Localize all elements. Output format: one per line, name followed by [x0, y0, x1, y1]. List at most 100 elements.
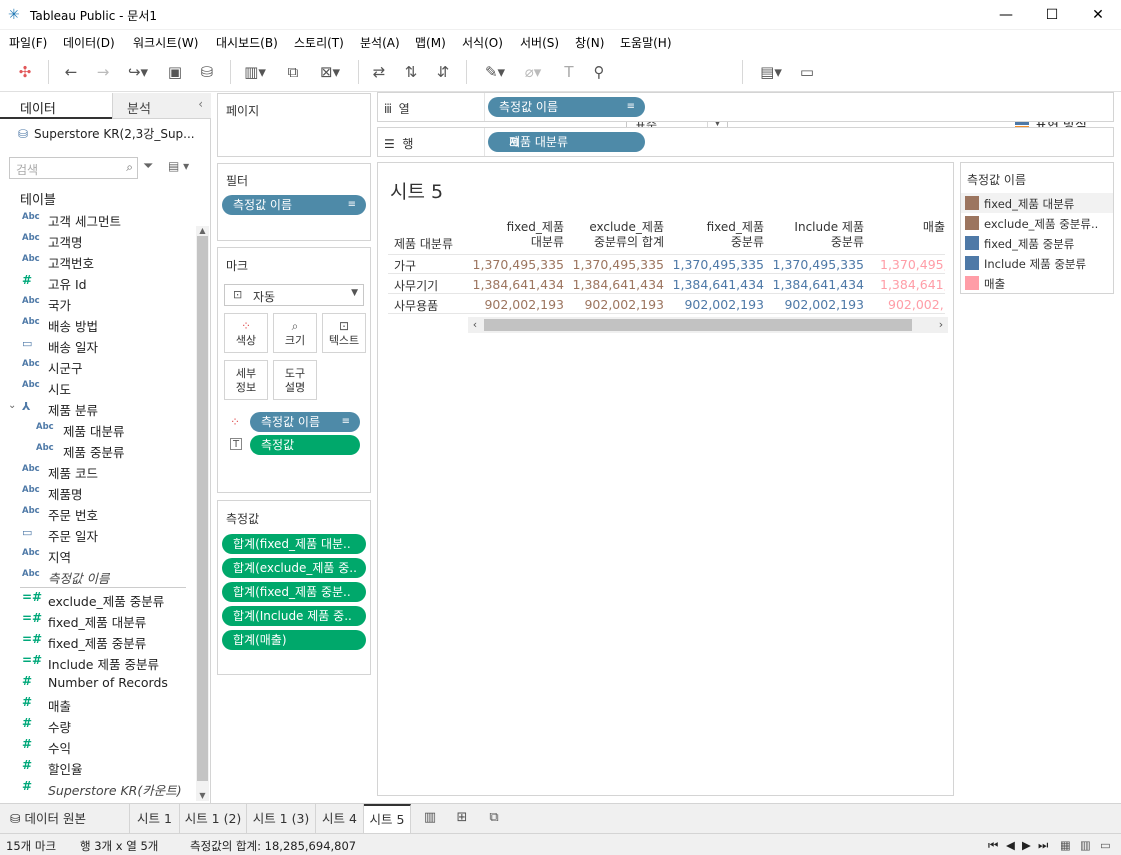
column-header[interactable]: exclude_제품 중분류의 합계	[564, 220, 664, 250]
sort-descending-icon[interactable]: ⇵	[432, 62, 454, 82]
size-button[interactable]: ⌕ 크기	[273, 313, 317, 353]
tableau-start-icon[interactable]: ✣	[14, 62, 36, 82]
measure-field[interactable]: =# fixed_제품 중분류	[0, 630, 196, 651]
dimension-field[interactable]: ▭ 주문 일자	[0, 523, 196, 544]
legend-item[interactable]: 매출	[961, 273, 1113, 293]
dimension-field[interactable]: Abc 배송 방법	[0, 313, 196, 334]
column-header[interactable]: 매출	[864, 220, 945, 235]
menu-analysis[interactable]: 분석(A)	[360, 34, 400, 51]
view-options-icon[interactable]: ▤ ▾	[168, 159, 189, 173]
minimize-button[interactable]: —	[983, 0, 1029, 30]
table-cell[interactable]: 1,370,495,335	[664, 257, 764, 272]
search-input[interactable]: 검색 ⌕	[9, 157, 138, 179]
measure-field[interactable]: # Superstore KR(카운트)	[0, 777, 196, 798]
chevron-down-icon[interactable]: ⌄	[8, 400, 16, 411]
legend-item[interactable]: exclude_제품 중분류..	[961, 213, 1113, 233]
measure-pill[interactable]: 합계(fixed_제품 대분..	[222, 534, 366, 554]
columns-shelf[interactable]: iii 열 측정값 이름 ≡	[377, 92, 1114, 122]
table-cell[interactable]: 902,002,193	[464, 297, 564, 312]
measure-field[interactable]: =# fixed_제품 대분류	[0, 609, 196, 630]
scroll-right-icon[interactable]: ›	[934, 317, 948, 333]
table-cell[interactable]: 1,370,495,335	[764, 257, 864, 272]
filters-card[interactable]: 필터 측정값 이름 ≡	[217, 163, 371, 241]
column-header[interactable]: fixed_제품 대분류	[474, 220, 564, 250]
marks-pill-measure-names[interactable]: 측정값 이름 ≡	[250, 412, 360, 432]
field-list-scrollbar[interactable]: ▲ ▼	[196, 226, 209, 801]
scroll-left-icon[interactable]: ‹	[468, 317, 482, 333]
first-sheet-icon[interactable]: ⏮	[988, 838, 998, 853]
dimension-field[interactable]: Abc 국가	[0, 292, 196, 313]
menu-help[interactable]: 도움말(H)	[620, 34, 672, 51]
legend-item[interactable]: Include 제품 중분류	[961, 253, 1113, 273]
label-icon[interactable]: T	[558, 62, 580, 82]
row-label[interactable]: 사무기기	[394, 277, 438, 294]
dimension-field[interactable]: # 고유 Id	[0, 271, 196, 292]
menu-data[interactable]: 데이터(D)	[63, 34, 115, 51]
sheet-tab[interactable]: 시트 1 (2)	[180, 804, 247, 834]
group-icon[interactable]: ⌀▾	[516, 62, 550, 82]
row-label[interactable]: 가구	[394, 257, 416, 274]
close-button[interactable]: ✕	[1075, 0, 1121, 30]
dimension-field[interactable]: Abc 시도	[0, 376, 196, 397]
measure-field[interactable]: # 수익	[0, 735, 196, 756]
text-button[interactable]: ⊡ 텍스트	[322, 313, 366, 353]
dimension-field[interactable]: Abc 제품 중분류	[0, 439, 196, 460]
measure-field[interactable]: # 할인율	[0, 756, 196, 777]
dimension-field[interactable]: Abc 제품 대분류	[0, 418, 196, 439]
table-cell[interactable]: 1,384,641,434	[664, 277, 764, 292]
menu-format[interactable]: 서식(O)	[462, 34, 503, 51]
duplicate-sheet-icon[interactable]: ⧉	[282, 62, 304, 82]
new-worksheet-icon[interactable]: ▥▾	[240, 62, 270, 82]
row-label[interactable]: 사무용품	[394, 297, 438, 314]
new-story-icon[interactable]: ⧉	[484, 810, 504, 828]
pin-icon[interactable]: ⚲	[588, 62, 610, 82]
measure-pill[interactable]: 합계(매출)	[222, 630, 366, 650]
view-horizontal-scrollbar[interactable]: ‹ ›	[468, 317, 948, 333]
menu-window[interactable]: 창(N)	[575, 34, 604, 51]
column-header[interactable]: fixed_제품 중분류	[664, 220, 764, 250]
dimension-field[interactable]: Abc 고객번호	[0, 250, 196, 271]
new-datasource-icon[interactable]: ⛁	[196, 62, 218, 82]
next-sheet-icon[interactable]: ▶	[1022, 838, 1031, 852]
mark-type-dropdown[interactable]: ⊡ 자동 ▼	[224, 284, 364, 306]
save-icon[interactable]: ▣	[164, 62, 186, 82]
scroll-thumb[interactable]	[197, 236, 208, 781]
menu-story[interactable]: 스토리(T)	[294, 34, 344, 51]
presentation-icon[interactable]: ▭	[796, 62, 818, 82]
filter-pill-measure-names[interactable]: 측정값 이름 ≡	[222, 195, 366, 215]
menu-file[interactable]: 파일(F)	[9, 34, 47, 51]
sheet-tab[interactable]: 시트 1	[130, 804, 180, 834]
legend-item[interactable]: fixed_제품 대분류	[961, 193, 1113, 213]
swap-icon[interactable]: ⇄	[368, 62, 390, 82]
tooltip-button[interactable]: 도구 설명	[273, 360, 317, 400]
color-button[interactable]: ⁘ 색상	[224, 313, 268, 353]
dimension-field[interactable]: Abc 제품명	[0, 481, 196, 502]
table-cell[interactable]: 902,002,193	[664, 297, 764, 312]
measure-field[interactable]: # 매출	[0, 693, 196, 714]
highlight-icon[interactable]: ✎▾	[478, 62, 512, 82]
new-dashboard-icon[interactable]: ⊞	[452, 810, 472, 828]
filmstrip-view-icon[interactable]: ▥	[1080, 838, 1091, 852]
scroll-thumb[interactable]	[484, 319, 912, 331]
collapse-icon[interactable]: ‹	[198, 97, 203, 111]
dimension-field[interactable]: Abc 시군구	[0, 355, 196, 376]
measure-field[interactable]: # 수량	[0, 714, 196, 735]
table-cell[interactable]: 902,002,193	[564, 297, 664, 312]
tab-data[interactable]: 데이터	[0, 93, 112, 119]
detail-button[interactable]: 세부 정보	[224, 360, 268, 400]
dimension-field[interactable]: Abc 주문 번호	[0, 502, 196, 523]
menu-server[interactable]: 서버(S)	[520, 34, 559, 51]
sort-ascending-icon[interactable]: ⇅	[400, 62, 422, 82]
filter-icon[interactable]: ⏷	[143, 159, 153, 174]
tab-analysis[interactable]: 분석 ‹	[112, 93, 211, 119]
scroll-up-icon[interactable]: ▲	[196, 226, 209, 236]
datasource-item[interactable]: ⛁ Superstore KR(2,3강_Sup...	[18, 125, 195, 142]
maximize-button[interactable]: ☐	[1029, 0, 1075, 30]
replay-icon[interactable]: ↪▾	[122, 62, 154, 82]
legend-item[interactable]: fixed_제품 중분류	[961, 233, 1113, 253]
show-cards-icon[interactable]: ▤▾	[754, 62, 788, 82]
measure-pill[interactable]: 합계(fixed_제품 중분..	[222, 582, 366, 602]
measure-field[interactable]: =# Include 제품 중분류	[0, 651, 196, 672]
sheet-tab[interactable]: 시트 4	[316, 804, 364, 834]
dimension-field[interactable]: ⅄ 제품 분류 ⌄	[0, 397, 196, 418]
